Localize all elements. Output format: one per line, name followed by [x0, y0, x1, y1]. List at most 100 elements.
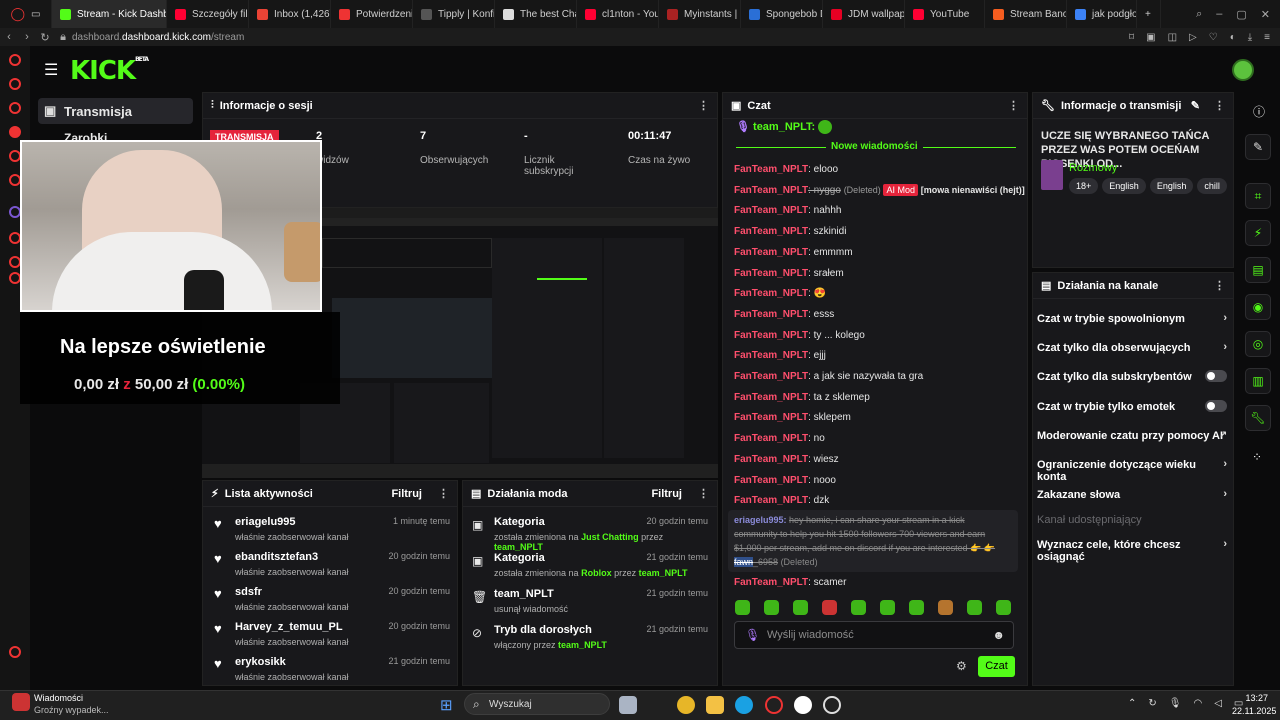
- info-icon[interactable]: ⓘ: [1253, 103, 1265, 120]
- new-tab-button[interactable]: +: [1137, 0, 1161, 28]
- emote-icon[interactable]: [764, 600, 779, 615]
- chat-username[interactable]: FanTeam_NPLT: [734, 226, 808, 237]
- chat-username[interactable]: FanTeam_NPLT: [734, 433, 808, 444]
- chat-message[interactable]: FanTeam_NPLT: no: [734, 433, 825, 444]
- reload-icon[interactable]: ↻: [36, 31, 54, 44]
- forward-icon[interactable]: ›: [18, 31, 36, 43]
- browser-tab[interactable]: YouTube: [905, 0, 985, 28]
- download-icon[interactable]: ⤓: [1248, 32, 1252, 43]
- chat-message[interactable]: FanTeam_NPLT: nyggo (Deleted) AI Mod [mo…: [734, 183, 1025, 196]
- emote-icon[interactable]: [851, 600, 866, 615]
- emote-icon[interactable]: [996, 600, 1011, 615]
- chat-message[interactable]: FanTeam_NPLT: esss: [734, 309, 834, 320]
- tag-chip[interactable]: English: [1102, 178, 1146, 194]
- chat-bubble-icon[interactable]: ◉: [1245, 294, 1271, 320]
- windows-start-icon[interactable]: ⊞: [440, 696, 453, 714]
- document-icon[interactable]: ▤: [1245, 257, 1271, 283]
- notification-title[interactable]: Wiadomości: [34, 693, 83, 703]
- broadcast-icon[interactable]: ◎: [1245, 331, 1271, 357]
- browser-tab[interactable]: cl1nton - YouT: [577, 0, 659, 28]
- more-icon[interactable]: ⋮: [698, 487, 709, 500]
- profile-icon[interactable]: ◐: [1230, 32, 1236, 43]
- chat-message[interactable]: FanTeam_NPLT: szkinidi: [734, 226, 846, 237]
- url-field[interactable]: dashboard.dashboard.kick.com/stream: [72, 32, 244, 43]
- emote-icon[interactable]: [793, 600, 808, 615]
- chat-username[interactable]: FanTeam_NPLT: [734, 247, 808, 258]
- play-icon[interactable]: ▷: [1189, 32, 1197, 43]
- chat-message[interactable]: FanTeam_NPLT: ty ... kolego: [734, 330, 865, 341]
- mic-icon[interactable]: 🎙︎: [1169, 698, 1182, 709]
- channel-action-item[interactable]: Czat w trybie spowolnionym ›: [1037, 312, 1227, 325]
- search-tabs-icon[interactable]: ⌕: [1196, 8, 1202, 21]
- more-icon[interactable]: ⋮: [698, 99, 709, 112]
- browser-tab[interactable]: Szczegóły filmu: [167, 0, 249, 28]
- channel-action-item[interactable]: Ograniczenie dotyczące wieku konta ›: [1037, 458, 1227, 483]
- browser-tab[interactable]: Myinstants |: [659, 0, 741, 28]
- emoji-icon[interactable]: ☻: [992, 628, 1005, 642]
- chat-message[interactable]: FanTeam_NPLT: ejjj: [734, 350, 826, 361]
- gear-icon[interactable]: ⚙︎: [956, 659, 967, 673]
- app-icon[interactable]: [823, 696, 841, 714]
- chat-message[interactable]: FanTeam_NPLT: sklepem: [734, 412, 851, 423]
- menu-icon[interactable]: ≡: [1264, 32, 1270, 43]
- tag-chip[interactable]: chill: [1197, 178, 1227, 194]
- volume-icon[interactable]: ◁: [1214, 698, 1222, 709]
- taskbar-search[interactable]: ⌕ Wyszukaj: [464, 693, 610, 715]
- back-icon[interactable]: ‹: [0, 31, 18, 43]
- sidebar-app-icon[interactable]: [9, 126, 21, 138]
- kick-logo[interactable]: KICKBETA: [70, 56, 149, 86]
- more-icon[interactable]: ⋮: [438, 487, 449, 500]
- channel-action-item[interactable]: Czat tylko dla subskrybentów: [1037, 370, 1227, 383]
- pencil-icon[interactable]: ✎: [1245, 134, 1271, 160]
- mic-icon[interactable]: 🎙︎: [745, 628, 760, 642]
- browser-tab[interactable]: Potwierdzenie: [331, 0, 413, 28]
- toggle-switch[interactable]: [1205, 400, 1227, 412]
- channel-action-item[interactable]: Czat w trybie tylko emotek: [1037, 400, 1227, 413]
- activity-item[interactable]: ♥ sdsfr właśnie zaobserwował kanał 20 godzi…: [214, 586, 450, 612]
- scan-icon[interactable]: ⌗: [1245, 183, 1271, 209]
- heart-icon[interactable]: ♡: [1209, 32, 1218, 43]
- mod-action-item[interactable]: ▣ Kategoria została zmieniona na Just Chat…: [472, 516, 708, 552]
- chat-username[interactable]: FanTeam_NPLT: [734, 495, 808, 506]
- chat-message[interactable]: FanTeam_NPLT: elooo: [734, 164, 838, 175]
- chat-message[interactable]: FanTeam_NPLT: scamer: [734, 577, 846, 588]
- activity-item[interactable]: ♥ erykosikk właśnie zaobserwował kanał 21 g…: [214, 656, 450, 682]
- chevron-up-icon[interactable]: ⌃: [1128, 698, 1136, 709]
- avatar[interactable]: [1232, 59, 1254, 81]
- more-icon[interactable]: ⋮: [1214, 99, 1225, 112]
- more-icon[interactable]: ⋮: [1008, 99, 1019, 112]
- bolt-icon[interactable]: ⚡︎: [1245, 220, 1271, 246]
- chat-message[interactable]: FanTeam_NPLT: a jak sie nazywała ta gra: [734, 371, 923, 382]
- emote-icon[interactable]: [880, 600, 895, 615]
- chat-username[interactable]: FanTeam_NPLT: [734, 309, 808, 320]
- chat-username[interactable]: FanTeam_NPLT: [734, 288, 808, 299]
- more-icon[interactable]: ⋮: [1214, 279, 1225, 292]
- chat-username[interactable]: FanTeam_NPLT: [734, 350, 808, 361]
- chat-username[interactable]: FanTeam_NPLT: [734, 330, 808, 341]
- clock[interactable]: 13:27 22.11.2025: [1232, 693, 1276, 716]
- chat-message[interactable]: FanTeam_NPLT: nahhh: [734, 205, 841, 216]
- sidebar-app-icon[interactable]: [9, 54, 21, 66]
- toggle-switch[interactable]: [1205, 370, 1227, 382]
- sidebar-app-icon[interactable]: [9, 78, 21, 90]
- chat-message[interactable]: FanTeam_NPLT: srałem: [734, 268, 844, 279]
- chat-username[interactable]: FanTeam_NPLT: [734, 454, 808, 465]
- chat-message[interactable]: FanTeam_NPLT: ta z sklemep: [734, 392, 870, 403]
- sidebar-settings-icon[interactable]: [9, 646, 21, 658]
- chat-message[interactable]: FanTeam_NPLT: dzk: [734, 495, 829, 506]
- wifi-icon[interactable]: ◠: [1193, 698, 1202, 709]
- chat-username[interactable]: FanTeam_NPLT: [734, 205, 808, 216]
- nav-item-transmisja[interactable]: ▣ Transmisja: [38, 98, 193, 124]
- filter-button[interactable]: Filtruj: [391, 488, 422, 500]
- hamburger-icon[interactable]: ☰: [44, 60, 58, 80]
- chrome-icon[interactable]: [677, 696, 695, 714]
- emote-icon[interactable]: [735, 600, 750, 615]
- emote-icon[interactable]: [967, 600, 982, 615]
- channel-action-item[interactable]: Moderowanie czatu przy pomocy AI ↗: [1037, 429, 1227, 442]
- chat-input[interactable]: 🎙︎ Wyślij wiadomość ☻: [734, 621, 1014, 649]
- snapshot-icon[interactable]: ◫: [1168, 32, 1177, 43]
- tag-chip[interactable]: English: [1149, 178, 1194, 194]
- close-icon[interactable]: ✕: [1261, 8, 1270, 21]
- task-view-icon[interactable]: [619, 696, 637, 714]
- browser-tab[interactable]: Tipply | Konfi: [413, 0, 495, 28]
